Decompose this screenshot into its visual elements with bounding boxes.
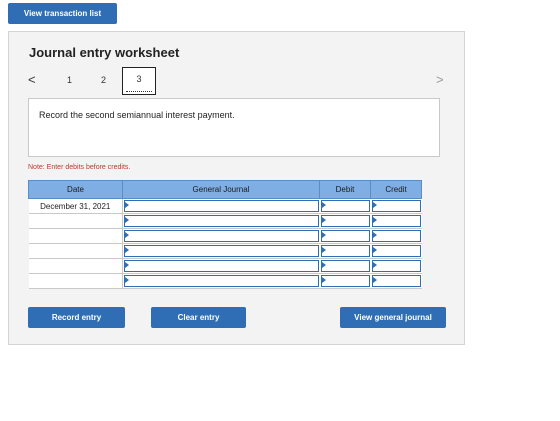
dropdown-marker-icon bbox=[125, 232, 129, 238]
dropdown-marker-icon bbox=[125, 262, 129, 268]
dropdown-marker-icon bbox=[321, 247, 326, 253]
credit-field[interactable] bbox=[371, 275, 421, 287]
page-1-tab[interactable]: 1 bbox=[67, 75, 72, 85]
dropdown-marker-icon bbox=[125, 202, 129, 208]
credit-cell bbox=[370, 228, 422, 244]
credit-field[interactable] bbox=[371, 230, 421, 242]
date-cell bbox=[28, 213, 123, 229]
credit-header: Credit bbox=[370, 180, 422, 199]
table-row bbox=[28, 213, 422, 229]
journal-cell bbox=[122, 243, 320, 259]
general-journal-header: General Journal bbox=[122, 180, 320, 199]
date-cell: December 31, 2021 bbox=[28, 198, 123, 214]
record-entry-button[interactable]: Record entry bbox=[28, 307, 125, 328]
dropdown-marker-icon bbox=[125, 217, 129, 223]
account-field[interactable] bbox=[124, 215, 319, 227]
credit-cell bbox=[370, 198, 422, 214]
date-cell bbox=[28, 258, 123, 274]
journal-cell bbox=[122, 273, 320, 289]
dropdown-marker-icon bbox=[372, 217, 377, 223]
debit-cell bbox=[319, 243, 371, 259]
dropdown-marker-icon bbox=[321, 277, 326, 283]
table-row bbox=[28, 228, 422, 244]
journal-entry-worksheet: Journal entry worksheet < 1 2 3 > Record… bbox=[8, 31, 465, 345]
prev-page-icon[interactable]: < bbox=[28, 72, 36, 87]
page-3-tab-current[interactable]: 3 bbox=[122, 67, 156, 95]
debit-field[interactable] bbox=[320, 275, 370, 287]
focus-dotted-underline bbox=[126, 91, 152, 92]
dropdown-marker-icon bbox=[372, 202, 377, 208]
table-row bbox=[28, 273, 422, 289]
view-transaction-list-button[interactable]: View transaction list bbox=[8, 3, 117, 24]
credit-field[interactable] bbox=[371, 215, 421, 227]
journal-cell bbox=[122, 228, 320, 244]
table-row bbox=[28, 258, 422, 274]
table-row: December 31, 2021 bbox=[28, 198, 422, 214]
credit-cell bbox=[370, 258, 422, 274]
debit-cell bbox=[319, 273, 371, 289]
debit-cell bbox=[319, 198, 371, 214]
journal-cell bbox=[122, 198, 320, 214]
credit-field[interactable] bbox=[371, 200, 421, 212]
table-row bbox=[28, 243, 422, 259]
page-2-tab[interactable]: 2 bbox=[101, 75, 106, 85]
dropdown-marker-icon bbox=[372, 277, 377, 283]
dropdown-marker-icon bbox=[372, 232, 377, 238]
account-field[interactable] bbox=[124, 230, 319, 242]
debit-field[interactable] bbox=[320, 200, 370, 212]
page-3-label: 3 bbox=[136, 74, 142, 84]
debit-field[interactable] bbox=[320, 215, 370, 227]
date-cell bbox=[28, 273, 123, 289]
instruction-box: Record the second semiannual interest pa… bbox=[28, 98, 440, 157]
date-cell bbox=[28, 243, 123, 259]
credit-field[interactable] bbox=[371, 260, 421, 272]
dropdown-marker-icon bbox=[321, 202, 326, 208]
dropdown-marker-icon bbox=[321, 262, 326, 268]
dropdown-marker-icon bbox=[125, 247, 129, 253]
debit-field[interactable] bbox=[320, 230, 370, 242]
clear-entry-button[interactable]: Clear entry bbox=[151, 307, 246, 328]
next-page-icon[interactable]: > bbox=[436, 72, 444, 87]
account-field[interactable] bbox=[124, 245, 319, 257]
dropdown-marker-icon bbox=[372, 262, 377, 268]
credit-cell bbox=[370, 243, 422, 259]
dropdown-marker-icon bbox=[372, 247, 377, 253]
table-header-row: Date General Journal Debit Credit bbox=[28, 180, 422, 199]
journal-table: Date General Journal Debit Credit Decemb… bbox=[28, 180, 422, 289]
debit-field[interactable] bbox=[320, 245, 370, 257]
dropdown-marker-icon bbox=[125, 277, 129, 283]
credit-cell bbox=[370, 213, 422, 229]
journal-cell bbox=[122, 213, 320, 229]
account-field[interactable] bbox=[124, 260, 319, 272]
credit-cell bbox=[370, 273, 422, 289]
debit-header: Debit bbox=[319, 180, 371, 199]
dropdown-marker-icon bbox=[321, 217, 326, 223]
date-cell bbox=[28, 228, 123, 244]
credit-field[interactable] bbox=[371, 245, 421, 257]
debit-cell bbox=[319, 258, 371, 274]
dropdown-marker-icon bbox=[321, 232, 326, 238]
worksheet-title: Journal entry worksheet bbox=[29, 45, 180, 60]
date-header: Date bbox=[28, 180, 123, 199]
view-general-journal-button[interactable]: View general journal bbox=[340, 307, 446, 328]
debit-cell bbox=[319, 228, 371, 244]
instruction-text: Record the second semiannual interest pa… bbox=[39, 110, 235, 120]
note-text: Note: Enter debits before credits. bbox=[28, 164, 131, 171]
debit-field[interactable] bbox=[320, 260, 370, 272]
account-field[interactable] bbox=[124, 275, 319, 287]
journal-cell bbox=[122, 258, 320, 274]
account-field[interactable] bbox=[124, 200, 319, 212]
debit-cell bbox=[319, 213, 371, 229]
